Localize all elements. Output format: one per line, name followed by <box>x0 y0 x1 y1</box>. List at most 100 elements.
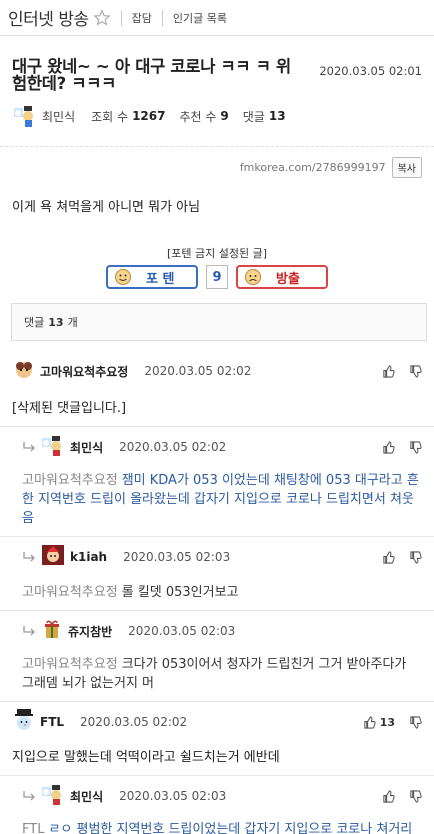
reply-comment: 최민식 2020.03.05 02:03 FTL ㄹㅇ 평범한 지역번호 드립이었… <box>0 776 434 834</box>
upvote-label: 포 텐 <box>146 271 175 287</box>
reply-comment: 최민식 2020.03.05 02:02 고마워요척추요정 잼미 KDA가 053… <box>0 427 434 537</box>
angry-face-icon <box>244 268 262 286</box>
post-url[interactable]: fmkorea.com/2786999197 <box>240 161 386 174</box>
post-author[interactable]: 최민식 <box>42 108 75 125</box>
commenter-avatar-icon[interactable] <box>40 783 66 809</box>
reply-comment: k1iah 2020.03.05 02:03 고마워요척추요정 롤 킬뎃 053인… <box>0 537 434 611</box>
commenter-name[interactable]: 최민식 <box>70 439 103 456</box>
copy-url-button[interactable]: 복사 <box>391 157 422 178</box>
commenter-avatar-icon[interactable] <box>40 434 66 460</box>
comment-count-suffix: 개 <box>67 316 78 329</box>
board-title[interactable]: 인터넷 방송 <box>8 5 89 30</box>
comment-actions <box>382 364 422 378</box>
reply-arrow-icon <box>23 791 35 801</box>
comment-text: 지입으로 말했는데 억떡이라고 쉴드치는거 에반데 <box>12 750 280 765</box>
comment-count-box: 댓글 13 개 <box>11 303 427 341</box>
comment: FTL 2020.03.05 02:02 13 지입으로 말했는데 억떡이라고 … <box>0 702 434 776</box>
chat-link[interactable]: 잡담 <box>132 10 152 26</box>
comment-actions <box>382 550 422 564</box>
divider <box>120 9 122 26</box>
reply-body: ㄹㅇ 평범한 지역번호 드립이었는데 갑자기 지입으로 코로나 쳐거리는게 ㅅㅂ… <box>48 822 413 834</box>
commenter-name[interactable]: k1iah <box>70 550 107 564</box>
recommend-label: 추천 수 <box>179 109 217 124</box>
comment-text: 고마워요척추요정 크다가 053이어서 청자가 드립친거 그거 받아주다가 그래뎀… <box>22 655 422 693</box>
commenter-avatar-icon[interactable] <box>12 358 36 384</box>
commenter-name[interactable]: 쥬지참반 <box>68 623 112 640</box>
comment-header: k1iah 2020.03.05 02:03 <box>22 543 422 571</box>
thumbs-up-icon[interactable] <box>382 789 395 803</box>
upvote-group[interactable]: 13 <box>363 716 395 729</box>
downvote-label: 방출 <box>276 271 300 287</box>
recommend-count: 9 <box>220 109 229 123</box>
commenter-name[interactable]: 최민식 <box>70 788 103 805</box>
comment-text: 고마워요척추요정 롤 킬뎃 053인거보고 <box>22 583 422 602</box>
reply-arrow-icon <box>23 626 35 636</box>
post-date: 2020.03.05 02:01 <box>319 64 422 78</box>
commenter-avatar-icon[interactable] <box>40 618 64 644</box>
comment-date: 2020.03.05 02:03 <box>128 624 236 638</box>
author-avatar-icon[interactable] <box>12 104 38 128</box>
thumbs-down-icon[interactable] <box>409 789 422 803</box>
comment-actions: 13 <box>363 716 422 729</box>
reply-target[interactable]: 고마워요척추요정 <box>22 473 118 488</box>
commenter-name[interactable]: FTL <box>40 715 64 729</box>
views-count: 1267 <box>132 109 166 123</box>
comment-header: 최민식 2020.03.05 02:03 <box>22 782 422 810</box>
reply-arrow-icon <box>23 442 35 452</box>
comment-date: 2020.03.05 02:03 <box>119 789 227 803</box>
post-meta: 최민식 조회 수 1267 추천 수 9 댓글 13 <box>12 104 422 128</box>
post-header: 대구 왔네~ ~ 아 대구 코로나 ㅋㅋ ㅋ 위험한데? ㅋㅋㅋ 2020.03… <box>0 36 434 128</box>
post-body: 이게 욕 쳐먹을게 아니면 뭐가 아님 <box>12 200 201 215</box>
thumbs-down-icon[interactable] <box>409 715 422 729</box>
thumbs-down-icon[interactable] <box>409 550 422 564</box>
vote-caption: [포텐 금지 설정된 글] <box>166 247 268 260</box>
reply-target[interactable]: 고마워요척추요정 <box>22 585 118 600</box>
comment-text: 고마워요척추요정 잼미 KDA가 053 이었는데 채팅창에 053 대구라고 흔… <box>22 471 422 528</box>
reply-arrow-icon <box>23 552 35 562</box>
comments-label: 댓글 <box>242 109 265 124</box>
thumbs-down-icon[interactable] <box>409 364 422 378</box>
commenter-avatar-icon[interactable] <box>40 544 66 570</box>
board-header: 인터넷 방송 잡담 인기글 목록 <box>0 0 434 36</box>
star-icon[interactable] <box>92 8 111 27</box>
comment: 고마워요척추요정 2020.03.05 02:02 [삭제된 댓글입니다.] <box>0 351 434 427</box>
upvote-button[interactable]: 포 텐 <box>106 265 198 289</box>
commenter-name[interactable]: 고마워요척추요정 <box>40 363 128 380</box>
comment-header: 쥬지참반 2020.03.05 02:03 <box>22 617 422 645</box>
popular-list-link[interactable]: 인기글 목록 <box>173 10 227 26</box>
divider <box>161 9 163 26</box>
vote-row: 포 텐 9 방출 <box>0 265 434 289</box>
comment-text: [삭제된 댓글입니다.] <box>12 401 127 416</box>
downvote-button[interactable]: 방출 <box>236 265 328 289</box>
thumbs-up-icon[interactable] <box>382 364 395 378</box>
vote-count: 9 <box>206 265 228 289</box>
thumbs-down-icon[interactable] <box>409 440 422 454</box>
reply-target[interactable]: 고마워요척추요정 <box>22 657 118 672</box>
happy-face-icon <box>114 268 132 286</box>
comment-actions <box>382 789 422 803</box>
comment-header: FTL 2020.03.05 02:02 13 <box>12 708 422 736</box>
reply-target[interactable]: FTL <box>22 822 44 834</box>
upvote-count: 13 <box>379 715 395 729</box>
comment-header: 최민식 2020.03.05 02:02 <box>22 433 422 461</box>
comment-count: 13 <box>48 315 64 329</box>
comment-header: 고마워요척추요정 2020.03.05 02:02 <box>12 357 422 385</box>
thumbs-up-icon[interactable] <box>363 715 376 729</box>
comment-date: 2020.03.05 02:03 <box>123 550 231 564</box>
comment-actions <box>382 440 422 454</box>
comment-date: 2020.03.05 02:02 <box>144 364 252 378</box>
thumbs-up-icon[interactable] <box>382 440 395 454</box>
commenter-avatar-icon[interactable] <box>12 709 36 735</box>
reply-comment: 쥬지참반 2020.03.05 02:03 고마워요척추요정 크다가 053이어서… <box>0 611 434 702</box>
comment-text: FTL ㄹㅇ 평범한 지역번호 드립이었는데 갑자기 지입으로 코로나 쳐거리는게… <box>22 820 422 834</box>
thumbs-up-icon[interactable] <box>382 550 395 564</box>
comment-count-prefix: 댓글 <box>24 316 45 329</box>
post-title: 대구 왔네~ ~ 아 대구 코로나 ㅋㅋ ㅋ 위험한데? ㅋㅋㅋ <box>12 57 291 93</box>
comment-date: 2020.03.05 02:02 <box>80 715 188 729</box>
vote-area: [포텐 금지 설정된 글] 포 텐 9 방출 <box>0 245 434 289</box>
comments-count: 13 <box>268 109 286 123</box>
url-row: fmkorea.com/2786999197 복사 <box>0 147 434 178</box>
comment-date: 2020.03.05 02:02 <box>119 440 227 454</box>
views-label: 조회 수 <box>91 109 129 124</box>
reply-body: 롤 킬뎃 053인거보고 <box>121 585 239 600</box>
